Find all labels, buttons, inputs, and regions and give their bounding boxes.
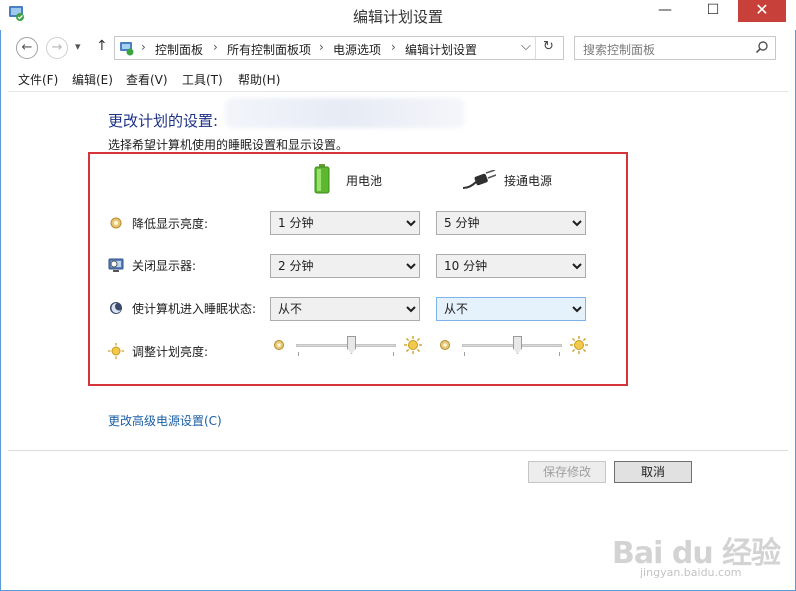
menu-file[interactable]: 文件(F)	[18, 71, 58, 88]
display-off-icon	[108, 257, 124, 273]
back-button[interactable]: ←	[16, 37, 38, 59]
address-dropdown-icon[interactable]: ⌵	[521, 39, 531, 54]
breadcrumb-separator: ›	[141, 40, 146, 54]
breadcrumb-all-items[interactable]: 所有控制面板项	[227, 41, 311, 58]
display-off-label: 关闭显示器:	[132, 259, 197, 273]
sleep-icon	[108, 300, 124, 316]
battery-brightness-track[interactable]	[296, 344, 396, 347]
sleep-plugged-select[interactable]: 从不	[436, 297, 586, 321]
forward-button[interactable]: →	[46, 37, 68, 59]
sleep-battery-select[interactable]: 从不	[270, 297, 420, 321]
battery-icon	[314, 164, 330, 194]
up-button[interactable]: ↑	[96, 38, 108, 54]
battery-column-header: 用电池	[346, 174, 383, 188]
slider-tick	[393, 352, 394, 356]
menu-divider	[8, 91, 788, 92]
dim-display-icon	[108, 215, 124, 231]
dim-display-label: 降低显示亮度:	[132, 217, 209, 231]
advanced-power-settings-link[interactable]: 更改高级电源设置(C)	[108, 412, 222, 429]
address-bar[interactable]: › 控制面板 › 所有控制面板项 › 电源选项 › 编辑计划设置 ⌵ ↻	[114, 36, 564, 60]
recent-locations-dropdown[interactable]: ▾	[75, 40, 81, 53]
brightness-icon	[108, 343, 124, 359]
plugged-in-column-header: 接通电源	[504, 174, 553, 188]
breadcrumb-separator: ›	[391, 40, 396, 54]
save-changes-button[interactable]: 保存修改	[528, 461, 606, 483]
display-off-battery-select[interactable]: 2 分钟	[270, 254, 420, 278]
search-input[interactable]: 搜索控制面板	[583, 41, 655, 58]
brightness-low-icon	[438, 338, 452, 352]
control-panel-icon	[119, 40, 135, 56]
page-title: 更改计划的设置:	[108, 112, 219, 130]
menu-help[interactable]: 帮助(H)	[238, 71, 280, 88]
refresh-icon[interactable]: ↻	[543, 39, 554, 54]
breadcrumb-edit-plan[interactable]: 编辑计划设置	[405, 41, 477, 58]
slider-tick	[559, 352, 560, 356]
plugged-brightness-track[interactable]	[462, 344, 562, 347]
brightness-low-icon	[272, 338, 286, 352]
menu-view[interactable]: 查看(V)	[126, 71, 168, 88]
address-divider	[535, 37, 536, 59]
minimize-button[interactable]: —	[642, 0, 688, 22]
watermark-url: jingyan.baidu.com	[640, 566, 742, 579]
search-icon[interactable]	[755, 40, 771, 56]
dim-display-plugged-select[interactable]: 5 分钟	[436, 211, 586, 235]
slider-tick	[298, 352, 299, 356]
power-plug-icon	[462, 169, 497, 190]
sleep-label: 使计算机进入睡眠状态:	[132, 302, 257, 316]
brightness-high-icon	[404, 336, 422, 354]
dim-display-battery-select[interactable]: 1 分钟	[270, 211, 420, 235]
breadcrumb-power-options[interactable]: 电源选项	[333, 41, 381, 58]
brightness-high-icon	[570, 336, 588, 354]
page-description: 选择希望计算机使用的睡眠设置和显示设置。	[108, 138, 349, 152]
breadcrumb-separator: ›	[319, 40, 324, 54]
search-box[interactable]: 搜索控制面板	[574, 36, 776, 60]
menu-edit[interactable]: 编辑(E)	[72, 71, 113, 88]
close-button[interactable]: ✕	[738, 0, 786, 22]
redacted-plan-name	[225, 98, 465, 128]
display-off-plugged-select[interactable]: 10 分钟	[436, 254, 586, 278]
menu-tools[interactable]: 工具(T)	[182, 71, 223, 88]
maximize-button[interactable]: ☐	[690, 0, 736, 22]
cancel-button[interactable]: 取消	[614, 461, 692, 483]
slider-tick	[464, 352, 465, 356]
breadcrumb-separator: ›	[213, 40, 218, 54]
brightness-label: 调整计划亮度:	[132, 345, 209, 359]
footer-divider	[8, 450, 788, 451]
breadcrumb-control-panel[interactable]: 控制面板	[155, 41, 203, 58]
